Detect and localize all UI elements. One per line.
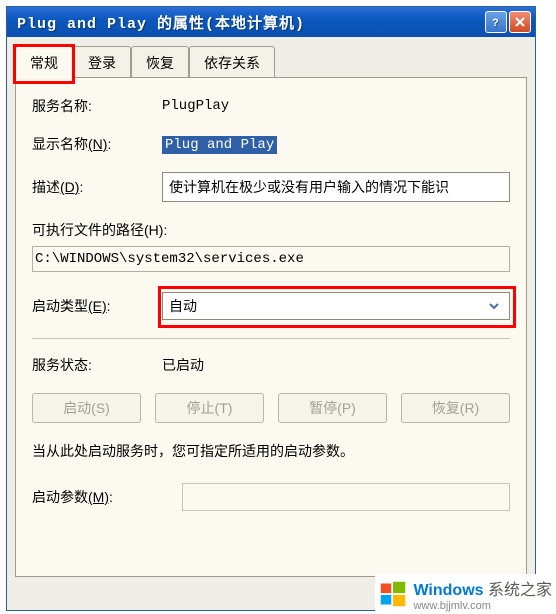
start-button[interactable]: 启动(S) bbox=[32, 393, 141, 423]
client-area: 常规 登录 恢复 依存关系 服务名称: PlugPlay 显示名称(N): Pl… bbox=[7, 37, 535, 585]
separator bbox=[32, 338, 510, 339]
value-display-name: Plug and Play bbox=[162, 135, 510, 153]
title-bar[interactable]: Plug and Play 的属性(本地计算机) ? bbox=[7, 7, 535, 37]
properties-dialog: Plug and Play 的属性(本地计算机) ? 常规 登录 恢复 依存关系… bbox=[6, 6, 536, 611]
label-startup-type: 启动类型(E): bbox=[32, 296, 162, 316]
hint-text: 当从此处启动服务时，您可指定所适用的启动参数。 bbox=[32, 441, 510, 461]
value-status: 已启动 bbox=[162, 355, 510, 375]
row-display-name: 显示名称(N): Plug and Play bbox=[32, 134, 510, 154]
label-display-name: 显示名称(N): bbox=[32, 134, 162, 154]
tab-logon-label: 登录 bbox=[88, 55, 116, 71]
tab-panel-general: 服务名称: PlugPlay 显示名称(N): Plug and Play 描述… bbox=[15, 77, 527, 577]
value-service-name: PlugPlay bbox=[162, 98, 510, 114]
close-button[interactable] bbox=[509, 11, 531, 33]
highlight-box bbox=[13, 44, 75, 84]
tab-dependencies[interactable]: 依存关系 bbox=[189, 46, 275, 78]
tab-recovery-label: 恢复 bbox=[146, 55, 174, 71]
input-start-params[interactable] bbox=[182, 483, 510, 511]
textarea-description[interactable]: 使计算机在极少或没有用户输入的情况下能识 bbox=[162, 172, 510, 202]
row-service-name: 服务名称: PlugPlay bbox=[32, 96, 510, 116]
pause-button[interactable]: 暂停(P) bbox=[278, 393, 387, 423]
tab-general[interactable]: 常规 bbox=[15, 46, 73, 78]
row-status: 服务状态: 已启动 bbox=[32, 355, 510, 375]
tab-dependencies-label: 依存关系 bbox=[204, 55, 260, 71]
help-icon: ? bbox=[490, 16, 502, 28]
svg-text:?: ? bbox=[492, 17, 499, 28]
highlight-box bbox=[158, 286, 516, 328]
tab-recovery[interactable]: 恢复 bbox=[131, 46, 189, 78]
help-button[interactable]: ? bbox=[485, 11, 507, 33]
window-title: Plug and Play 的属性(本地计算机) bbox=[17, 12, 483, 33]
stop-button[interactable]: 停止(T) bbox=[155, 393, 264, 423]
value-exe-path: C:\WINDOWS\system32\services.exe bbox=[32, 246, 510, 272]
row-exe-path-label: 可执行文件的路径(H): bbox=[32, 220, 510, 240]
close-icon bbox=[514, 16, 526, 28]
windows-logo-icon bbox=[379, 580, 407, 608]
tab-logon[interactable]: 登录 bbox=[73, 46, 131, 78]
row-description: 描述(D): 使计算机在极少或没有用户输入的情况下能识 bbox=[32, 172, 510, 202]
row-startup-type: 启动类型(E): 自动 bbox=[32, 292, 510, 320]
label-description: 描述(D): bbox=[32, 177, 162, 197]
watermark: Windows 系统之家 www.bjjmlv.com bbox=[375, 574, 556, 614]
label-status: 服务状态: bbox=[32, 355, 162, 375]
tab-strip: 常规 登录 恢复 依存关系 bbox=[15, 46, 527, 78]
resume-button[interactable]: 恢复(R) bbox=[401, 393, 510, 423]
row-start-params: 启动参数(M): bbox=[32, 483, 510, 511]
label-start-params: 启动参数(M): bbox=[32, 487, 182, 507]
service-control-buttons: 启动(S) 停止(T) 暂停(P) 恢复(R) bbox=[32, 393, 510, 423]
label-service-name: 服务名称: bbox=[32, 96, 162, 116]
